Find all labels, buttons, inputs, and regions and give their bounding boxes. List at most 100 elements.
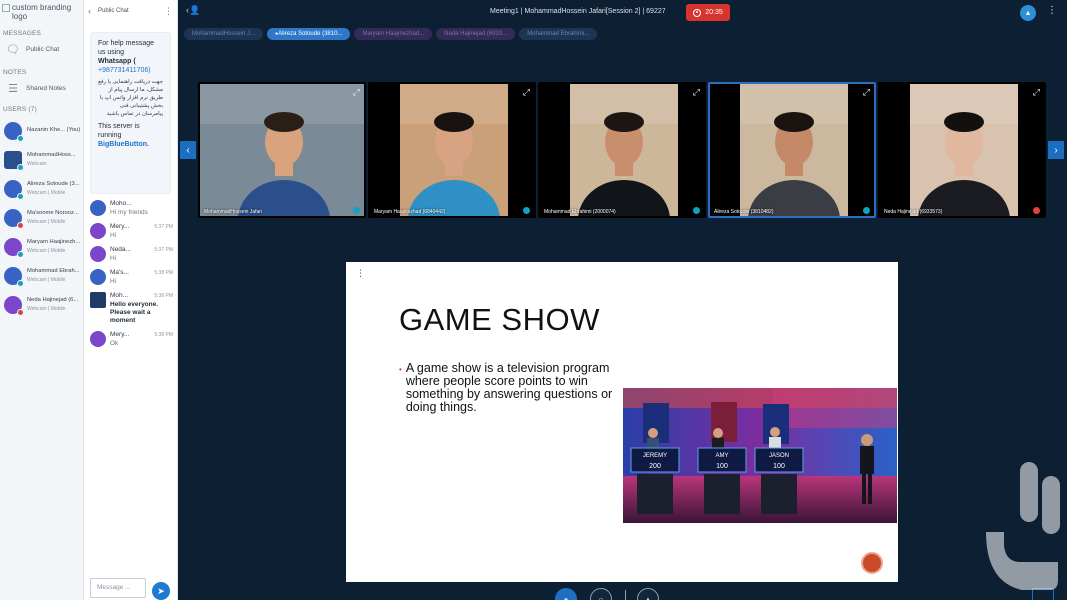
chat-sender: Moh...	[110, 292, 129, 299]
chat-sender: Neda...	[110, 246, 131, 253]
talking-indicator-bar: MohammadHossein J... ● Alireza Sotoude (3…	[184, 28, 598, 40]
talker-pill[interactable]: MohammadHossein J...	[184, 28, 264, 40]
record-time: 20:35	[705, 9, 723, 16]
public-chat-link[interactable]: 🗨 Public Chat	[0, 37, 83, 61]
chat-timestamp: 5:37 PM	[154, 247, 173, 253]
record-button[interactable]: 20:35	[686, 4, 730, 21]
user-meta: Nazanin Khe... (You)	[27, 126, 80, 135]
user-list-item[interactable]: Neda Hajinejad (6... Webcam | Mobile	[0, 290, 83, 319]
fullscreen-icon[interactable]: ⤢	[1033, 87, 1040, 98]
send-button[interactable]: ➤	[152, 582, 170, 600]
webcam-button[interactable]: ▲	[637, 588, 659, 600]
chat-options-icon[interactable]: ⋮	[164, 6, 173, 17]
user-list-item[interactable]: Alireza Sotoude (3... Webcam | Mobile	[0, 174, 83, 203]
chat-avatar	[90, 331, 106, 347]
chat-message: Mery... 5:37 PM Hi	[84, 223, 177, 240]
fullscreen-icon[interactable]: ⤢	[693, 87, 700, 98]
video-tile[interactable]: ⤢ Neda Hajinejad (6933573)	[878, 82, 1046, 218]
chat-message-header: Neda... 5:37 PM	[110, 246, 173, 253]
video-label: Mohammad Ebrahimi (2000074)	[544, 209, 616, 215]
talker-name: Neda Hajinejad (6933...	[444, 31, 508, 37]
user-list-item[interactable]: Nazanin Khe... (You)	[0, 116, 83, 145]
talker-pill[interactable]: Maryam Haajinezhad...	[354, 28, 433, 40]
shared-notes-link[interactable]: ☰ Shared Notes	[0, 76, 83, 100]
connection-status-icon[interactable]: ▲	[1020, 5, 1036, 21]
user-list-item[interactable]: Maryam Haajinezh... Webcam | Mobile	[0, 232, 83, 261]
contestant-3-score: 100	[773, 463, 785, 470]
toggle-userlist-icon[interactable]: ‹👤	[186, 5, 202, 19]
camera-icon: ▲	[644, 594, 652, 600]
user-avatar	[4, 121, 24, 142]
talker-pill[interactable]: Neda Hajinejad (6933...	[436, 28, 516, 40]
chat-message-body: Moho... Hi my friends	[110, 200, 173, 217]
user-avatar	[4, 237, 24, 258]
chat-avatar	[90, 223, 106, 239]
action-bar-divider	[625, 590, 626, 600]
talker-pill[interactable]: ● Alireza Sotoude (3810...	[267, 28, 351, 40]
chat-avatar	[90, 292, 106, 308]
user-name: Nazanin Khe... (You)	[27, 127, 81, 133]
server-line: This server is running	[98, 123, 140, 139]
fullscreen-icon[interactable]: ⤢	[353, 87, 360, 98]
app-watermark-icon	[986, 462, 1060, 590]
audio-status-icon	[353, 207, 360, 214]
chat-message-header: Moh... 5:38 PM	[110, 292, 173, 299]
user-name: Mohammad Ebrah...	[27, 267, 80, 274]
user-name: MohammadHoss...	[27, 151, 76, 158]
chat-avatar	[90, 200, 106, 216]
presentation-options-icon[interactable]: ⋮	[356, 268, 365, 279]
whatsapp-label: Whatsapp (	[98, 58, 136, 65]
chat-message-header: Moho...	[110, 200, 173, 207]
message-input[interactable]: Message ...	[90, 578, 146, 598]
user-status: Webcam | Mobile	[27, 247, 66, 254]
action-bar: ● ○ ▲	[178, 584, 1067, 600]
chat-title: Public Chat	[98, 8, 129, 14]
fullscreen-icon[interactable]: ⤢	[523, 87, 530, 98]
notes-section-header: NOTES	[3, 69, 27, 76]
options-menu-icon[interactable]: ⋮	[1047, 5, 1057, 16]
user-status-dot	[17, 221, 24, 229]
chat-sender: Moho...	[110, 200, 132, 207]
microphone-button[interactable]: ●	[555, 588, 577, 600]
video-label: Alireza Sotoude (3810482)	[714, 209, 774, 215]
webcam-feed	[540, 84, 704, 216]
chat-avatar	[90, 246, 106, 262]
user-status-dot	[17, 308, 24, 316]
user-avatar	[4, 150, 24, 171]
back-chevron-icon[interactable]: ‹	[88, 6, 98, 16]
video-tile[interactable]: ⤢ Alireza Sotoude (3810482)	[708, 82, 876, 218]
chat-message-body: Moh... 5:38 PM Hello everyone. Please wait…	[110, 292, 173, 325]
user-list-item[interactable]: MohammadHoss... Webcam	[0, 145, 83, 174]
fullscreen-icon[interactable]: ⤢	[863, 87, 870, 98]
public-chat-label: Public Chat	[26, 45, 60, 53]
slide-title: GAME SHOW	[399, 302, 600, 337]
video-prev-chevron-icon[interactable]: ‹	[180, 141, 196, 159]
whatsapp-phone[interactable]: +987731411706)	[98, 66, 163, 75]
bigbluebutton-link[interactable]: BigBlueButton.	[98, 140, 163, 149]
user-avatar	[4, 179, 24, 200]
talker-name: Alireza Sotoude (3810...	[278, 31, 343, 37]
video-tile[interactable]: ⤢ Maryam Haajinezhad (6840442)	[368, 82, 536, 218]
user-avatar	[4, 266, 24, 287]
user-list-item[interactable]: Mohammad Ebrah... Webcam | Mobile	[0, 261, 83, 290]
video-tile[interactable]: ⤢ MohammadHossein Jafari	[198, 82, 366, 218]
user-status: Webcam | Mobile	[27, 218, 66, 225]
user-status: Webcam	[27, 160, 47, 167]
audio-status-icon	[1033, 207, 1040, 214]
send-icon: ➤	[157, 585, 165, 596]
video-label: MohammadHossein Jafari	[204, 209, 263, 215]
presentation-slide: ⋮ GAME SHOW • A game show is a televisio…	[346, 262, 898, 582]
headphones-icon: ○	[598, 594, 604, 600]
talker-pill[interactable]: Mohammad Ebrahimi...	[519, 28, 598, 40]
video-tile[interactable]: ⤢ Mohammad Ebrahimi (2000074)	[538, 82, 706, 218]
video-next-chevron-icon[interactable]: ›	[1048, 141, 1064, 159]
chat-sender: Mery...	[110, 223, 130, 230]
audio-button[interactable]: ○	[590, 588, 612, 600]
chat-timestamp: 5:38 PM	[154, 270, 173, 276]
user-name: Alireza Sotoude (3...	[27, 180, 80, 187]
chat-timestamp: 5:38 PM	[154, 293, 173, 299]
top-bar: ‹👤 Meeting1 | MohammadHossein Jafari[Ses…	[178, 0, 1067, 26]
chat-text: Ok	[110, 340, 119, 347]
user-list-item[interactable]: Ma'soome Norooz... Webcam | Mobile	[0, 203, 83, 232]
user-avatar	[4, 295, 24, 316]
